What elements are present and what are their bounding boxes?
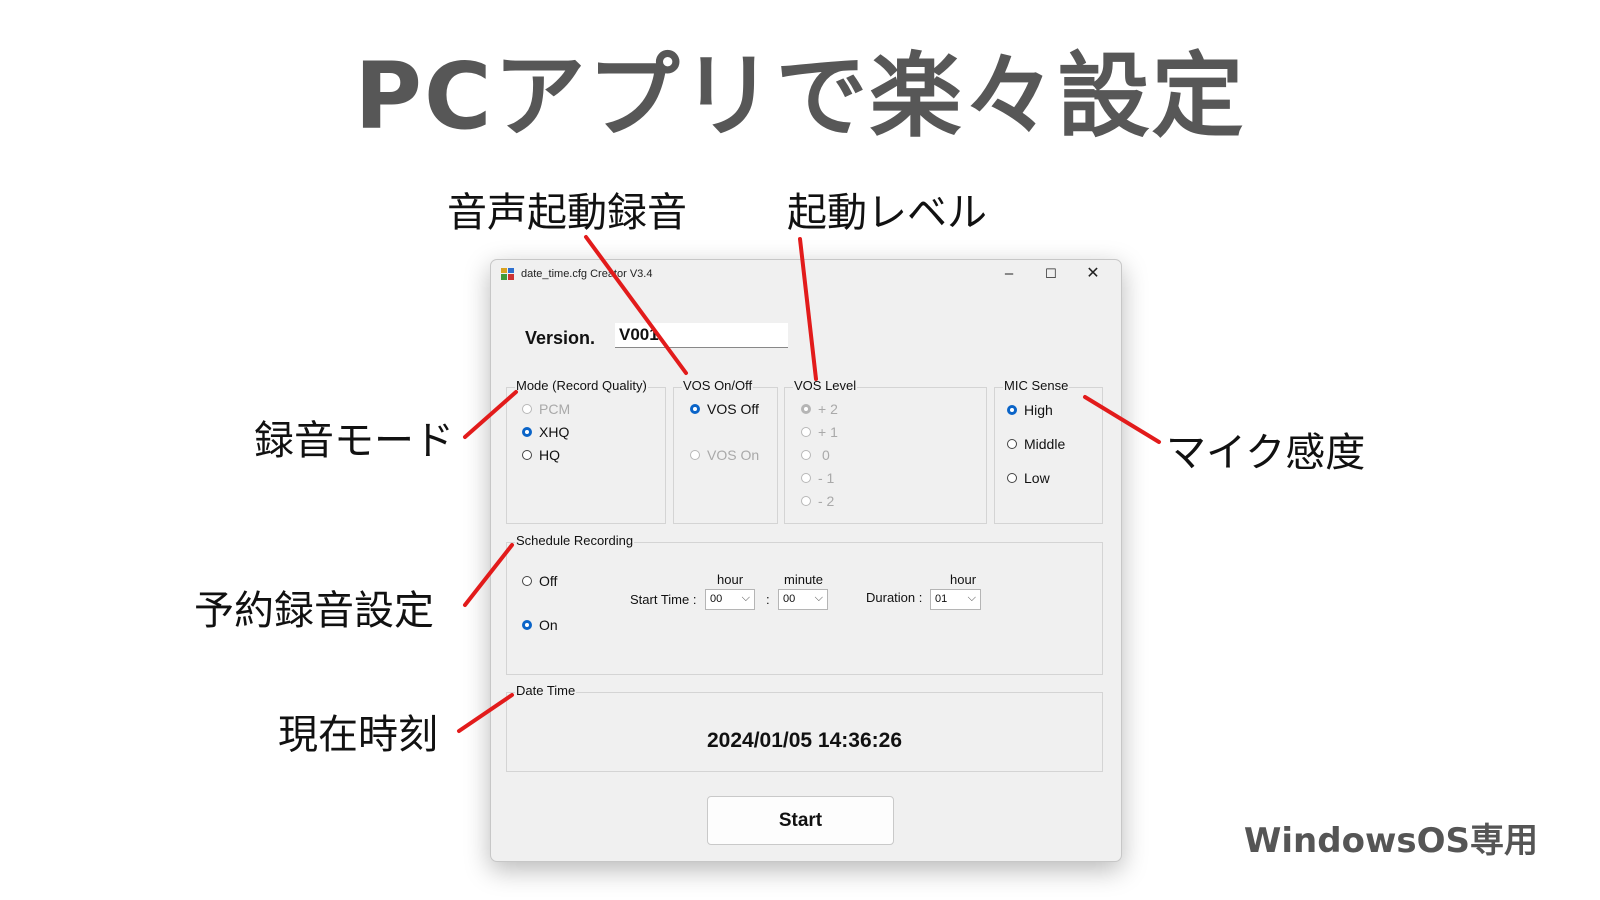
minute-label: minute <box>784 572 824 587</box>
datetime-group: Date Time 2024/01/05 14:36:26 <box>506 683 1103 772</box>
schedule-off-label: Off <box>539 573 558 589</box>
duration-select[interactable]: 01 ⌵ <box>930 589 981 610</box>
start-time-label: Start Time : <box>630 592 697 607</box>
radio-indicator <box>1007 405 1017 415</box>
schedule-radio-on[interactable]: On <box>522 617 558 633</box>
app-icon <box>501 268 514 280</box>
radio-indicator <box>522 450 532 460</box>
callout-schedule: 予約録音設定 <box>194 588 434 634</box>
start-hour-value: 00 <box>710 593 723 605</box>
vos-group: VOS On/Off VOS Off VOS On <box>673 378 778 524</box>
callout-mic-sense: マイク感度 <box>1166 430 1366 476</box>
radio-indicator <box>1007 439 1017 449</box>
radio-indicator <box>690 450 700 460</box>
radio-indicator <box>1007 473 1017 483</box>
vos-level-label: - 1 <box>818 470 835 486</box>
mode-radio-pcm[interactable]: PCM <box>522 401 570 417</box>
title-bar[interactable]: date_time.cfg Creator V3.4 – ☐ ✕ <box>491 260 1121 290</box>
start-hour-select[interactable]: 00 ⌵ <box>705 589 755 610</box>
callout-vos-level: 起動レベル <box>787 190 987 236</box>
callout-datetime: 現在時刻 <box>278 712 438 758</box>
vos-radio-label: VOS Off <box>707 401 759 417</box>
chevron-down-icon: ⌵ <box>814 592 823 604</box>
mode-radio-label: PCM <box>539 401 571 417</box>
radio-indicator <box>801 473 811 483</box>
radio-indicator <box>522 427 532 437</box>
vos-level-label: + 1 <box>818 424 838 440</box>
minimize-button[interactable]: – <box>988 262 1030 286</box>
radio-indicator <box>522 404 532 414</box>
schedule-on-label: On <box>539 617 558 633</box>
radio-indicator <box>801 404 811 414</box>
vos-level-radio-minus2[interactable]: - 2 <box>801 493 834 509</box>
callout-vos-onoff: 音声起動録音 <box>447 190 687 236</box>
vos-level-group: VOS Level + 2 + 1 0 - 1 - 2 <box>784 378 987 524</box>
vos-radio-off[interactable]: VOS Off <box>690 401 759 417</box>
radio-indicator <box>522 576 532 586</box>
start-minute-select[interactable]: 00 ⌵ <box>778 589 828 610</box>
windows-only-note: WindowsOS専用 <box>1243 821 1538 861</box>
vos-level-label: 0 <box>822 447 830 463</box>
vos-level-radio-minus1[interactable]: - 1 <box>801 470 834 486</box>
datetime-group-title: Date Time <box>515 683 577 698</box>
time-colon: : <box>766 592 770 607</box>
mode-radio-xhq[interactable]: XHQ <box>522 424 569 440</box>
maximize-button[interactable]: ☐ <box>1030 262 1072 286</box>
vos-level-label: - 2 <box>818 493 835 509</box>
close-button[interactable]: ✕ <box>1072 262 1114 286</box>
duration-label: Duration : <box>866 590 923 605</box>
duration-hour-label: hour <box>950 572 977 587</box>
mic-radio-low[interactable]: Low <box>1007 470 1050 486</box>
radio-indicator <box>522 620 532 630</box>
mode-radio-label: HQ <box>539 447 560 463</box>
mic-radio-label: High <box>1024 402 1053 418</box>
version-input[interactable] <box>615 323 788 348</box>
start-button[interactable]: Start <box>707 796 894 845</box>
radio-indicator <box>690 404 700 414</box>
schedule-radio-off[interactable]: Off <box>522 573 557 589</box>
window-title: date_time.cfg Creator V3.4 <box>521 268 653 280</box>
mic-radio-high[interactable]: High <box>1007 402 1053 418</box>
mic-sense-group: MIC Sense High Middle Low <box>994 378 1103 524</box>
vos-group-title: VOS On/Off <box>682 378 754 393</box>
page-headline: PCアプリで楽々設定 <box>354 43 1246 150</box>
radio-indicator <box>801 450 811 460</box>
mode-group: Mode (Record Quality) PCM XHQ HQ <box>506 378 666 524</box>
callout-mode: 録音モード <box>254 418 454 464</box>
vos-level-radio-plus2[interactable]: + 2 <box>801 401 838 417</box>
duration-value: 01 <box>935 593 948 605</box>
mode-radio-hq[interactable]: HQ <box>522 447 560 463</box>
vos-level-radio-plus1[interactable]: + 1 <box>801 424 838 440</box>
start-minute-value: 00 <box>783 593 796 605</box>
mic-radio-label: Middle <box>1024 436 1066 452</box>
mic-radio-middle[interactable]: Middle <box>1007 436 1065 452</box>
vos-radio-label: VOS On <box>707 447 760 463</box>
chevron-down-icon: ⌵ <box>741 592 750 604</box>
vos-level-radio-zero[interactable]: 0 <box>801 447 830 463</box>
schedule-group-title: Schedule Recording <box>515 533 635 548</box>
radio-indicator <box>801 427 811 437</box>
current-datetime: 2024/01/05 14:36:26 <box>707 729 902 752</box>
vos-radio-on[interactable]: VOS On <box>690 447 759 463</box>
mode-radio-label: XHQ <box>539 424 570 440</box>
app-window: date_time.cfg Creator V3.4 – ☐ ✕ Version… <box>490 259 1122 862</box>
schedule-group: Schedule Recording Off On hour minute St… <box>506 533 1103 675</box>
version-label: Version. <box>525 328 596 348</box>
hour-label: hour <box>717 572 744 587</box>
mic-sense-group-title: MIC Sense <box>1003 378 1070 393</box>
mic-radio-label: Low <box>1024 470 1050 486</box>
mode-group-title: Mode (Record Quality) <box>515 378 648 393</box>
radio-indicator <box>801 496 811 506</box>
chevron-down-icon: ⌵ <box>967 592 976 604</box>
vos-level-group-title: VOS Level <box>793 378 858 393</box>
vos-level-label: + 2 <box>818 401 838 417</box>
